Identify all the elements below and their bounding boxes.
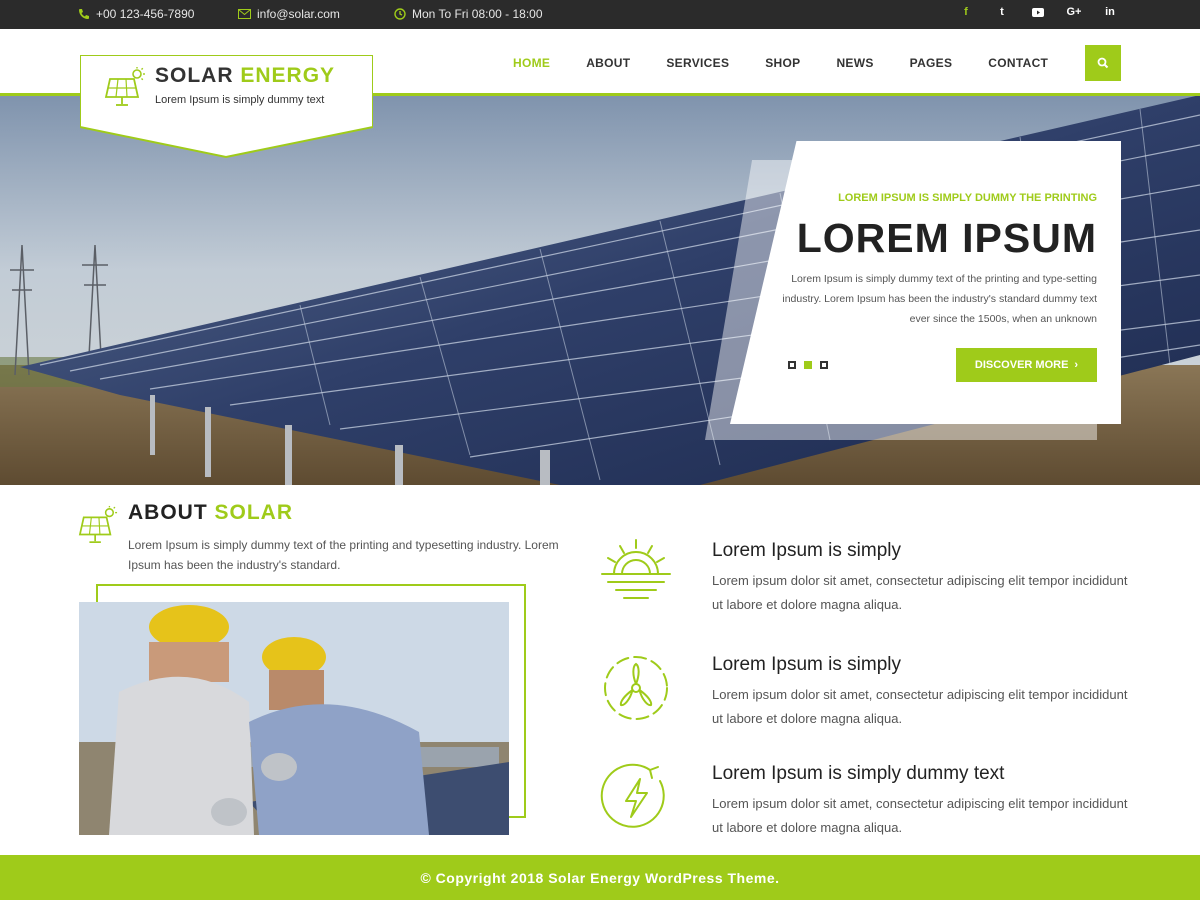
sun-icon [601,539,671,599]
slider-dot[interactable] [788,361,796,369]
discover-more-label: DISCOVER MORE [974,359,1069,371]
nav-item-pages[interactable]: PAGES [892,56,971,70]
top-bar: +00 123-456-7890 info@solar.com Mon To F… [0,0,1200,29]
hero-text: Lorem Ipsum is simply dummy text of the … [782,273,1097,325]
social-links: f t G+ in [948,6,1128,18]
twitter-icon[interactable]: t [984,6,1020,18]
search-icon [1097,57,1109,69]
nav-item-about[interactable]: ABOUT [568,56,648,70]
energy-bolt-icon [600,763,665,828]
chevron-right-icon: › [1074,359,1079,371]
copyright-text: © Copyright 2018 Solar Energy WordPress … [420,869,780,886]
search-button[interactable] [1085,45,1121,81]
logo-title-part2: ENERGY [240,64,336,87]
solar-panel-icon [78,505,118,543]
site-footer: © Copyright 2018 Solar Energy WordPress … [0,855,1200,900]
hero-card: LOREM IPSUM IS SIMPLY DUMMY THE PRINTING… [730,141,1121,424]
feature-text: Lorem ipsum dolor sit amet, consectetur … [712,687,1128,726]
nav-item-contact[interactable]: CONTACT [970,56,1066,70]
logo[interactable]: SOLAR ENERGY Lorem Ipsum is simply dummy… [80,55,373,159]
nav-item-shop[interactable]: SHOP [747,56,818,70]
hero-subtitle: LOREM IPSUM IS SIMPLY DUMMY THE PRINTING [838,192,1097,204]
facebook-icon[interactable]: f [948,6,984,18]
youtube-icon[interactable] [1020,6,1056,18]
feature-title: Lorem Ipsum is simply [712,654,901,675]
feature-text: Lorem ipsum dolor sit amet, consectetur … [712,573,1128,612]
logo-title-part1: SOLAR [155,64,234,87]
nav-item-services[interactable]: SERVICES [648,56,747,70]
about-text: Lorem Ipsum is simply dummy text of the … [128,538,559,572]
feature-item: Lorem Ipsum is simply Lorem ipsum dolor … [600,538,1140,628]
envelope-icon [238,9,251,19]
feature-item: Lorem Ipsum is simply Lorem ipsum dolor … [600,652,1140,742]
phone-info: +00 123-456-7890 [78,7,194,21]
workers-photo [79,602,509,835]
wind-turbine-icon [604,656,668,720]
feature-title: Lorem Ipsum is simply [712,540,901,561]
phone-icon [78,8,90,20]
slider-dot-active[interactable] [804,361,812,369]
nav-item-home[interactable]: HOME [495,56,568,70]
email-info: info@solar.com [238,7,340,21]
clock-icon [394,8,406,20]
hours-info: Mon To Fri 08:00 - 18:00 [394,7,543,21]
phone-number[interactable]: +00 123-456-7890 [96,7,194,21]
about-heading-part2: SOLAR [214,501,294,524]
about-heading-part1: ABOUT [128,501,208,524]
feature-text: Lorem ipsum dolor sit amet, consectetur … [712,796,1128,835]
feature-item: Lorem Ipsum is simply dummy text Lorem i… [600,761,1140,851]
logo-tagline: Lorem Ipsum is simply dummy text [155,94,325,106]
discover-more-button[interactable]: DISCOVER MORE › [956,348,1097,382]
feature-title: Lorem Ipsum is simply dummy text [712,763,1005,784]
solar-panel-logo-icon [104,67,145,106]
nav-item-news[interactable]: NEWS [818,56,891,70]
email-address[interactable]: info@solar.com [257,7,340,21]
main-nav: HOME ABOUT SERVICES SHOP NEWS PAGES CONT… [495,56,1066,70]
linkedin-icon[interactable]: in [1092,6,1128,18]
slider-dot[interactable] [820,361,828,369]
hero-title: LOREM IPSUM [796,215,1097,261]
business-hours: Mon To Fri 08:00 - 18:00 [412,7,543,21]
about-heading: ABOUT SOLAR [128,501,293,525]
logo-title: SOLAR ENERGY [155,64,335,88]
slider-dots [788,361,828,369]
google-plus-icon[interactable]: G+ [1056,6,1092,18]
